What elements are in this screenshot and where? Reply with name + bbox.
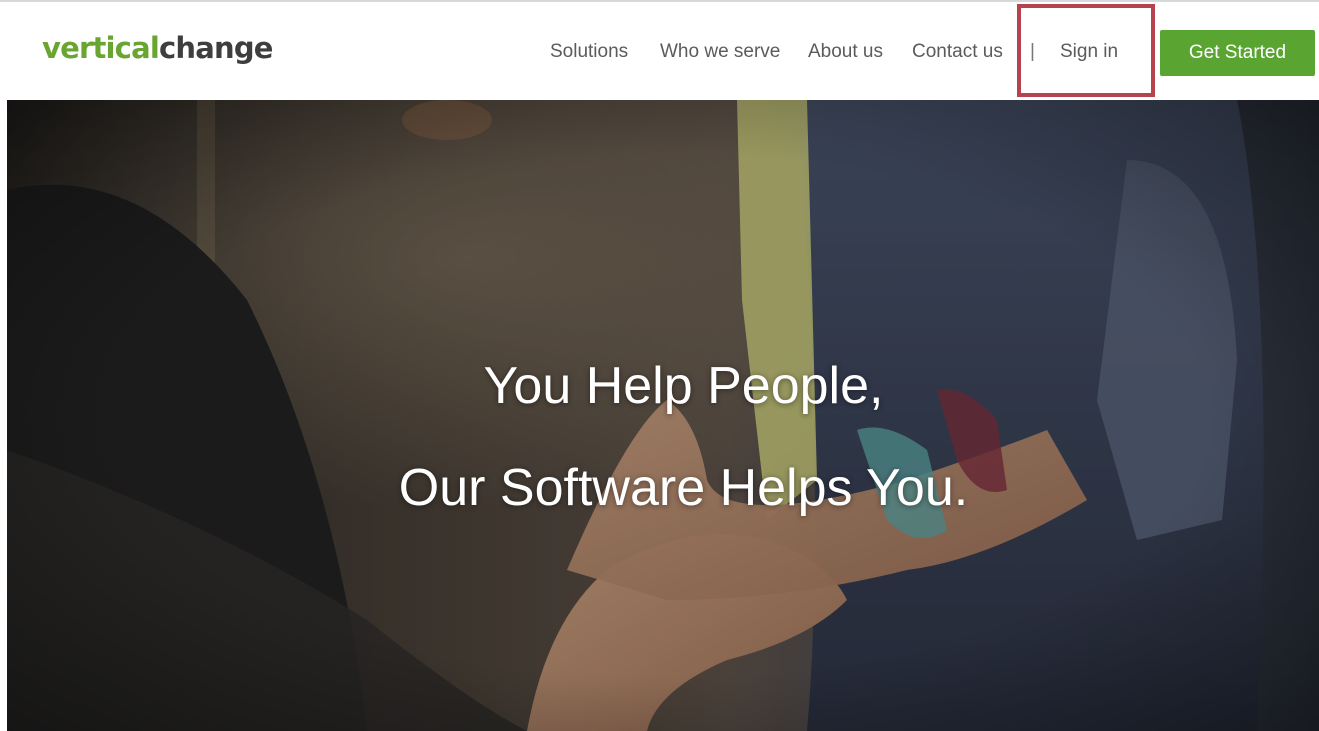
get-started-button[interactable]: Get Started: [1160, 30, 1315, 76]
nav-who-we-serve[interactable]: Who we serve: [660, 38, 780, 66]
hero-headline-line1: You Help People,: [483, 357, 884, 415]
logo[interactable]: verticalchange: [42, 30, 273, 66]
hero-headline-line2: Our Software Helps You.: [398, 459, 969, 517]
logo-vertical-text: vertical: [42, 31, 160, 65]
hero-section: You Help People, Our Software Helps You.: [7, 100, 1319, 731]
logo-change-text: change: [158, 31, 273, 65]
nav-contact-us[interactable]: Contact us: [912, 38, 1003, 66]
sign-in-highlight-box: [1017, 4, 1155, 97]
nav-about-us[interactable]: About us: [808, 38, 883, 66]
nav-solutions[interactable]: Solutions: [550, 38, 628, 66]
hero-headline: You Help People, Our Software Helps You.: [7, 335, 1319, 539]
